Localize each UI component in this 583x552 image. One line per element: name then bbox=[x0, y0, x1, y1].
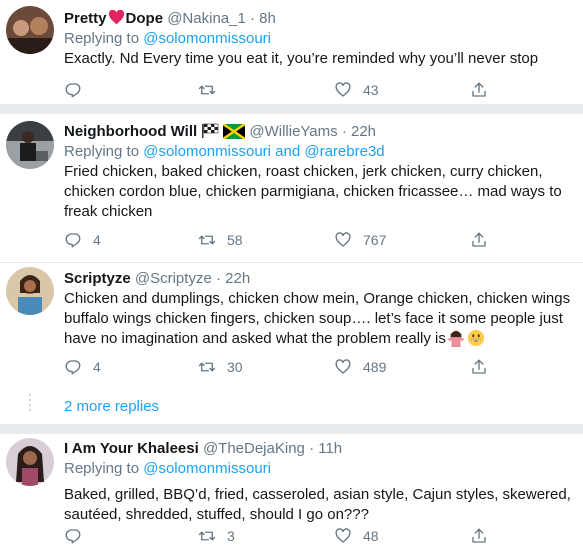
reply-button[interactable]: 4 bbox=[64, 230, 101, 250]
tweet-header: I Am Your Khaleesi @TheDejaKing · 11h bbox=[64, 439, 575, 459]
display-name[interactable]: I Am Your Khaleesi bbox=[64, 440, 199, 457]
timestamp[interactable]: 11h bbox=[318, 440, 342, 457]
retweet-icon bbox=[198, 531, 216, 541]
heart-icon bbox=[335, 232, 351, 247]
replying-to: Replying to @solomonmissouri bbox=[64, 460, 271, 477]
grinning-face-emoji-icon bbox=[467, 329, 485, 347]
share-button[interactable] bbox=[470, 526, 488, 546]
retweet-icon bbox=[198, 85, 216, 95]
mention-link[interactable]: @solomonmissouri bbox=[143, 460, 271, 477]
replying-to: Replying to @solomonmissouri and @rarebr… bbox=[64, 143, 385, 160]
timestamp[interactable]: 22h bbox=[225, 270, 250, 287]
tweet-text: Chicken and dumplings, chicken chow mein… bbox=[64, 290, 571, 347]
display-name[interactable]: Pretty Dope bbox=[64, 10, 163, 27]
like-button[interactable]: 489 bbox=[334, 357, 386, 377]
reply-icon bbox=[65, 529, 81, 544]
checkered-flag-icon bbox=[202, 123, 219, 138]
tweet-header: Scriptyze @Scriptyze · 22h bbox=[64, 269, 575, 289]
heart-icon bbox=[335, 359, 351, 374]
reply-button[interactable] bbox=[64, 80, 93, 100]
retweet-button[interactable]: 30 bbox=[198, 357, 243, 377]
mention-link[interactable]: @solomonmissouri bbox=[143, 143, 271, 160]
avatar[interactable] bbox=[6, 438, 54, 486]
tweet-text: Fried chicken, baked chicken, roast chic… bbox=[64, 163, 562, 220]
like-button[interactable]: 767 bbox=[334, 230, 386, 250]
tweet[interactable]: Neighborhood Will @WillieYams · 22h Repl… bbox=[0, 114, 583, 262]
share-icon bbox=[472, 232, 486, 247]
separator-dot: · bbox=[249, 10, 255, 27]
share-button[interactable] bbox=[470, 357, 488, 377]
tweet-text: Exactly. Nd Every time you eat it, you’r… bbox=[64, 50, 539, 67]
user-handle[interactable]: @TheDejaKing bbox=[203, 440, 305, 457]
tweet[interactable]: Pretty Dope @Nakina_1 · 8h Replying to @s… bbox=[0, 0, 583, 104]
tweet-actions: 3 48 bbox=[64, 526, 504, 546]
retweet-button[interactable]: 3 bbox=[198, 526, 235, 546]
show-more-replies-link[interactable]: 2 more replies bbox=[64, 397, 159, 417]
and-label: and bbox=[275, 143, 301, 160]
tweet-header: Pretty Dope @Nakina_1 · 8h bbox=[64, 9, 575, 29]
reply-icon bbox=[65, 233, 81, 248]
share-button[interactable] bbox=[470, 80, 488, 100]
heart-icon bbox=[335, 528, 351, 543]
avatar[interactable] bbox=[6, 121, 54, 169]
share-icon bbox=[472, 359, 486, 374]
like-button[interactable]: 48 bbox=[334, 526, 379, 546]
like-button[interactable]: 43 bbox=[334, 80, 379, 100]
thread-divider bbox=[0, 104, 583, 114]
display-name[interactable]: Neighborhood Will bbox=[64, 123, 197, 140]
reply-button[interactable] bbox=[64, 526, 93, 546]
heart-emoji-icon bbox=[108, 10, 124, 25]
tweet-actions: 4 30 489 bbox=[64, 357, 504, 377]
separator-dot: · bbox=[341, 123, 347, 140]
share-button[interactable] bbox=[470, 230, 488, 250]
replying-to: Replying to @solomonmissouri bbox=[64, 30, 271, 47]
tweet-text: Baked, grilled, BBQ’d, fried, casseroled… bbox=[64, 486, 571, 523]
share-icon bbox=[472, 82, 486, 97]
thread-dots bbox=[28, 394, 32, 414]
reply-icon bbox=[65, 83, 81, 98]
separator-dot: · bbox=[309, 440, 315, 457]
retweet-button[interactable] bbox=[198, 80, 227, 100]
reply-button[interactable]: 4 bbox=[64, 357, 101, 377]
timestamp[interactable]: 22h bbox=[351, 123, 376, 140]
retweet-icon bbox=[198, 362, 216, 372]
mention-link[interactable]: @rarebre3d bbox=[304, 143, 384, 160]
retweet-button[interactable]: 58 bbox=[198, 230, 243, 250]
mention-link[interactable]: @solomonmissouri bbox=[143, 30, 271, 47]
retweet-icon bbox=[198, 235, 216, 245]
user-handle[interactable]: @WillieYams bbox=[249, 123, 337, 140]
jamaica-flag-icon bbox=[223, 124, 246, 139]
thread-divider bbox=[0, 424, 583, 434]
separator-dot: · bbox=[215, 270, 221, 287]
timestamp[interactable]: 8h bbox=[259, 10, 276, 27]
user-handle[interactable]: @Scriptyze bbox=[135, 270, 212, 287]
tweet-actions: 4 58 767 bbox=[64, 230, 504, 250]
heart-icon bbox=[335, 82, 351, 97]
display-name[interactable]: Scriptyze bbox=[64, 270, 131, 287]
share-icon bbox=[472, 528, 486, 543]
user-handle[interactable]: @Nakina_1 bbox=[167, 10, 246, 27]
avatar[interactable] bbox=[6, 267, 54, 315]
tweet-header: Neighborhood Will @WillieYams · 22h bbox=[64, 122, 575, 142]
tweet[interactable]: I Am Your Khaleesi @TheDejaKing · 11h Re… bbox=[0, 434, 583, 552]
avatar[interactable] bbox=[6, 6, 54, 54]
person-shrugging-emoji-icon bbox=[447, 330, 465, 347]
reply-icon bbox=[65, 360, 81, 375]
tweet-actions: 43 bbox=[64, 80, 504, 100]
